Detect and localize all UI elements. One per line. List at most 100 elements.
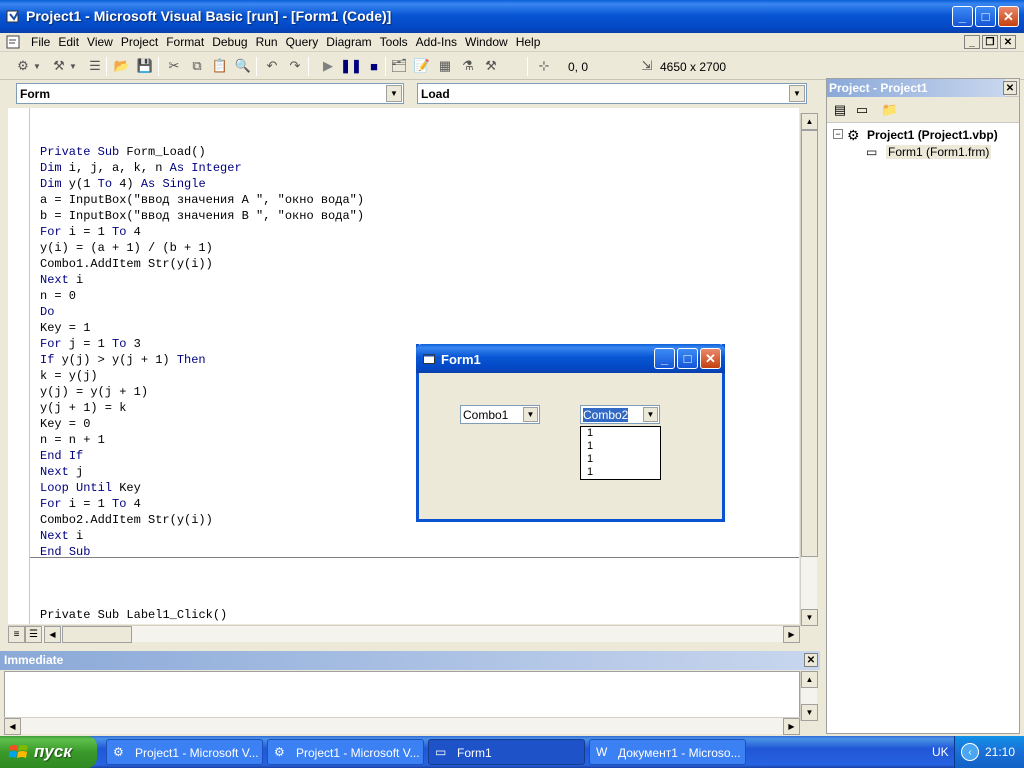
close-icon[interactable]: ✕ [804,653,818,667]
chevron-down-icon[interactable]: ▼ [386,85,402,102]
combo2[interactable]: Combo2 ▼ [580,405,660,424]
menu-file[interactable]: File [27,35,54,49]
add-project-icon[interactable]: ⚙ [14,57,32,75]
menu-project[interactable]: Project [117,35,162,49]
show-hidden-icons-icon[interactable]: ‹ [961,743,979,761]
minimize-button[interactable]: _ [952,6,973,27]
list-item[interactable]: 1 [587,466,660,479]
toggle-folders-icon[interactable]: 📁 [881,101,899,119]
save-project-icon[interactable]: 💾 [136,57,154,75]
code-horizontal-scrollbar[interactable]: ≡ ☰ ◀ ▶ [8,625,800,643]
scroll-left-icon[interactable]: ◀ [4,718,21,735]
form-node[interactable]: Form1 (Form1.frm) [886,145,992,159]
find-icon[interactable]: 🔍 [234,57,252,75]
menu-diagram[interactable]: Diagram [322,35,375,49]
form-icon[interactable] [423,353,435,365]
scroll-up-icon[interactable]: ▲ [801,671,818,688]
mdi-restore-button[interactable]: ❐ [982,35,998,49]
menu-window[interactable]: Window [461,35,512,49]
code-line[interactable]: For j = 1 To 3 [40,336,364,352]
close-button[interactable]: ✕ [998,6,1019,27]
menu-view[interactable]: View [83,35,117,49]
copy-icon[interactable]: ⧉ [188,57,206,75]
code-line[interactable]: Next i [40,272,364,288]
redo-icon[interactable]: ↷ [286,57,304,75]
scroll-down-icon[interactable]: ▼ [801,609,818,626]
minimize-button[interactable]: _ [654,348,675,369]
code-line[interactable]: Loop Until Key [40,480,364,496]
menu-tools[interactable]: Tools [376,35,412,49]
vb-app-icon[interactable] [6,8,22,24]
object-browser-icon[interactable]: ⚗ [459,57,477,75]
code-line[interactable]: y(j) = y(j + 1) [40,384,364,400]
code-window-icon[interactable] [6,35,20,49]
close-button[interactable]: ✕ [700,348,721,369]
chevron-down-icon[interactable]: ▼ [523,407,538,422]
code-line[interactable]: Combo1.AddItem Str(y(i)) [40,256,364,272]
chevron-down-icon[interactable]: ▼ [789,85,805,102]
language-indicator[interactable]: UK [932,745,949,759]
combo1[interactable]: Combo1 ▼ [460,405,540,424]
code-line[interactable]: y(j + 1) = k [40,400,364,416]
menu-editor-icon[interactable]: ☰ [86,57,104,75]
project-explorer-icon[interactable]: 🗂 [390,57,408,75]
code-line[interactable]: Combo2.AddItem Str(y(i)) [40,512,364,528]
list-item[interactable]: 1 [587,453,660,466]
next-procedure-line[interactable]: Private Sub Label1_Click() [40,607,227,623]
code-line[interactable]: n = n + 1 [40,432,364,448]
add-project-dropdown-icon[interactable]: ▼ [32,57,42,75]
scroll-up-icon[interactable]: ▲ [801,113,818,130]
code-line[interactable]: y(i) = (a + 1) / (b + 1) [40,240,364,256]
list-item[interactable]: 1 [587,427,660,440]
menu-add-ins[interactable]: Add-Ins [412,35,461,49]
scroll-right-icon[interactable]: ▶ [783,718,800,735]
taskbar-item-project1-b[interactable]: ⚙ Project1 - Microsoft V... [267,739,424,765]
code-line[interactable]: Key = 0 [40,416,364,432]
code-line[interactable]: Next j [40,464,364,480]
paste-icon[interactable]: 📋 [211,57,229,75]
code-line[interactable]: For i = 1 To 4 [40,224,364,240]
code-line[interactable]: n = 0 [40,288,364,304]
combo2-value[interactable]: Combo2 [583,408,629,422]
code-line[interactable]: a = InputBox("ввод значения A ", "окно в… [40,192,364,208]
scroll-thumb[interactable] [801,130,818,557]
menu-query[interactable]: Query [282,35,323,49]
toolbox-icon[interactable]: ⚒ [482,57,500,75]
procedure-combo[interactable]: Load ▼ [417,83,807,104]
menu-run[interactable]: Run [252,35,282,49]
open-project-icon[interactable]: 📂 [113,57,131,75]
properties-window-icon[interactable]: 📝 [413,57,431,75]
scroll-left-icon[interactable]: ◀ [44,626,61,643]
clock[interactable]: 21:10 [985,745,1015,759]
maximize-button[interactable]: □ [975,6,996,27]
code-line[interactable]: Dim i, j, a, k, n As Integer [40,160,364,176]
project-node[interactable]: Project1 (Project1.vbp) [867,128,998,142]
full-module-view-icon[interactable]: ☰ [25,626,42,643]
taskbar-item-document1[interactable]: W Документ1 - Microso... [589,739,746,765]
hscroll-thumb[interactable] [62,626,132,643]
chevron-down-icon[interactable]: ▼ [643,407,658,422]
form-layout-icon[interactable]: ▦ [436,57,454,75]
combo2-dropdown-list[interactable]: 1 1 1 1 [580,426,661,480]
scroll-right-icon[interactable]: ▶ [783,626,800,643]
mdi-minimize-button[interactable]: _ [964,35,980,49]
menu-debug[interactable]: Debug [208,35,251,49]
taskbar-item-project1-a[interactable]: ⚙ Project1 - Microsoft V... [106,739,263,765]
code-margin[interactable] [8,108,30,624]
menu-edit[interactable]: Edit [54,35,83,49]
start-icon[interactable]: ▶ [319,57,337,75]
menu-format[interactable]: Format [162,35,208,49]
break-icon[interactable]: ❚❚ [340,57,362,75]
code-line[interactable]: If y(j) > y(j + 1) Then [40,352,364,368]
taskbar-item-form1[interactable]: ▭ Form1 [428,739,585,765]
end-icon[interactable]: ■ [365,57,383,75]
procedure-view-icon[interactable]: ≡ [8,626,25,643]
add-form-dropdown-icon[interactable]: ▼ [68,57,78,75]
code-line[interactable]: Private Sub Form_Load() [40,144,364,160]
collapse-icon[interactable]: − [833,129,843,139]
close-icon[interactable]: ✕ [1003,81,1017,95]
add-form-icon[interactable]: ⚒ [50,57,68,75]
view-object-icon[interactable]: ▭ [853,101,871,119]
code-line[interactable]: Dim y(1 To 4) As Single [40,176,364,192]
start-button[interactable]: пуск [0,736,97,768]
